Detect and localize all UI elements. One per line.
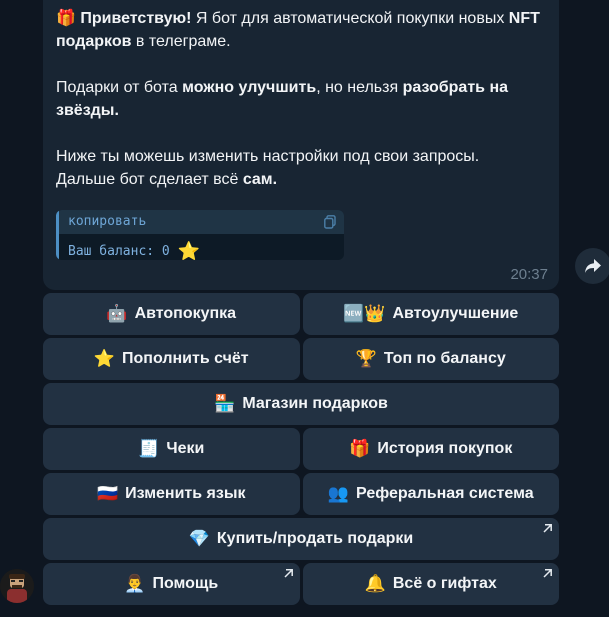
message-paragraph-upgrade: Подарки от бота можно улучшить, но нельз… — [56, 76, 546, 122]
message-paragraph-settings: Ниже ты можешь изменить настройки под св… — [56, 145, 546, 191]
help-button[interactable]: 👨‍💼 Помощь — [43, 563, 300, 605]
purchase-history-label: История покупок — [377, 440, 513, 457]
keyboard-row: 🏪 Магазин подарков — [43, 383, 559, 425]
message-timestamp: 20:37 — [510, 266, 548, 283]
star-icon: ⭐ — [177, 241, 200, 260]
trophy-icon: 🏆 — [355, 349, 377, 369]
inline-keyboard: 🤖 Автопокупка 🆕👑 Автоулучшение ⭐ Пополнить … — [43, 293, 559, 608]
share-button[interactable] — [575, 248, 609, 284]
robot-icon: 🤖 — [106, 304, 128, 324]
change-language-button[interactable]: 🇷🇺 Изменить язык — [43, 473, 300, 515]
autobuy-button[interactable]: 🤖 Автопокупка — [43, 293, 300, 335]
balance-top-button[interactable]: 🏆 Топ по балансу — [302, 338, 559, 380]
code-copy-label[interactable]: копировать — [68, 214, 146, 229]
gift-icon: 🎁 — [349, 439, 371, 459]
avatar-image — [0, 569, 34, 603]
keyboard-row: ⭐ Пополнить счёт 🏆 Топ по балансу — [43, 338, 559, 380]
message-text: 🎁 Приветствую! Я бот для автоматической … — [56, 6, 546, 214]
gem-icon: 💎 — [188, 529, 210, 549]
receipt-icon: 🧾 — [138, 439, 160, 459]
message-paragraph-greeting: 🎁 Приветствую! Я бот для автоматической … — [56, 6, 546, 53]
greeting-text: Я бот для автоматической покупки новых — [191, 10, 509, 27]
keyboard-row: 🧾 Чеки 🎁 История покупок — [43, 428, 559, 470]
buy-sell-gifts-label: Купить/продать подарки — [216, 530, 414, 547]
change-language-label: Изменить язык — [125, 485, 246, 502]
checks-button[interactable]: 🧾 Чеки — [43, 428, 300, 470]
top-up-label: Пополнить счёт — [122, 350, 249, 367]
upgrade-bold: можно улучшить — [182, 79, 317, 96]
gift-shop-button[interactable]: 🏪 Магазин подарков — [43, 383, 559, 425]
referral-label: Реферальная система — [356, 485, 534, 502]
code-block[interactable]: копировать Ваш баланс: 0 ⭐ — [56, 210, 344, 260]
bot-avatar[interactable] — [0, 569, 34, 603]
about-gifts-label: Всё о гифтах — [392, 575, 497, 592]
external-link-arrow-icon — [543, 569, 552, 578]
gift-icon: 🎁 — [56, 8, 76, 27]
about-gifts-button[interactable]: 🔔 Всё о гифтах — [302, 563, 559, 605]
upgrade-text: Подарки от бота — [56, 79, 183, 96]
new-crown-icon: 🆕👑 — [343, 304, 386, 324]
balance-top-label: Топ по балансу — [383, 350, 506, 367]
settings-text: Дальше бот сделает всё — [56, 171, 243, 188]
external-link-arrow-icon — [283, 569, 293, 578]
help-label: Помощь — [152, 575, 219, 592]
bell-icon: 🔔 — [364, 574, 386, 594]
keyboard-row: 🇷🇺 Изменить язык 👥 Реферальная система — [43, 473, 559, 515]
balance-line: Ваш баланс: 0 ⭐ — [68, 239, 200, 260]
greeting-bold: Приветствую! — [80, 10, 192, 27]
keyboard-row: 👨‍💼 Помощь 🔔 Всё о гифтах — [43, 563, 559, 605]
share-icon — [585, 259, 601, 273]
autoupgrade-label: Автоулучшение — [392, 305, 519, 322]
checks-label: Чеки — [166, 440, 205, 457]
upgrade-text-mid: , но нельзя — [316, 79, 403, 96]
code-block-accent-bar — [56, 210, 59, 260]
shop-icon: 🏪 — [214, 394, 236, 414]
gift-shop-label: Магазин подарков — [242, 395, 388, 412]
support-person-icon: 👨‍💼 — [124, 574, 146, 594]
purchase-history-button[interactable]: 🎁 История покупок — [302, 428, 559, 470]
russia-flag-icon: 🇷🇺 — [96, 484, 119, 504]
settings-line: Ниже ты можешь изменить настройки под св… — [56, 148, 480, 165]
people-icon: 👥 — [327, 484, 350, 504]
copy-icon[interactable] — [324, 215, 336, 229]
referral-button[interactable]: 👥 Реферальная система — [302, 473, 559, 515]
star-icon: ⭐ — [93, 349, 116, 369]
top-up-button[interactable]: ⭐ Пополнить счёт — [43, 338, 300, 380]
settings-bold: сам. — [242, 171, 278, 188]
autobuy-label: Автопокупка — [134, 305, 237, 322]
keyboard-row: 💎 Купить/продать подарки — [43, 518, 559, 560]
autoupgrade-button[interactable]: 🆕👑 Автоулучшение — [302, 293, 559, 335]
external-link-arrow-icon — [543, 524, 552, 533]
balance-text: Ваш баланс: 0 — [68, 244, 178, 259]
greeting-text-end: в телеграме. — [131, 33, 231, 50]
keyboard-row: 🤖 Автопокупка 🆕👑 Автоулучшение — [43, 293, 559, 335]
buy-sell-gifts-button[interactable]: 💎 Купить/продать подарки — [43, 518, 559, 560]
